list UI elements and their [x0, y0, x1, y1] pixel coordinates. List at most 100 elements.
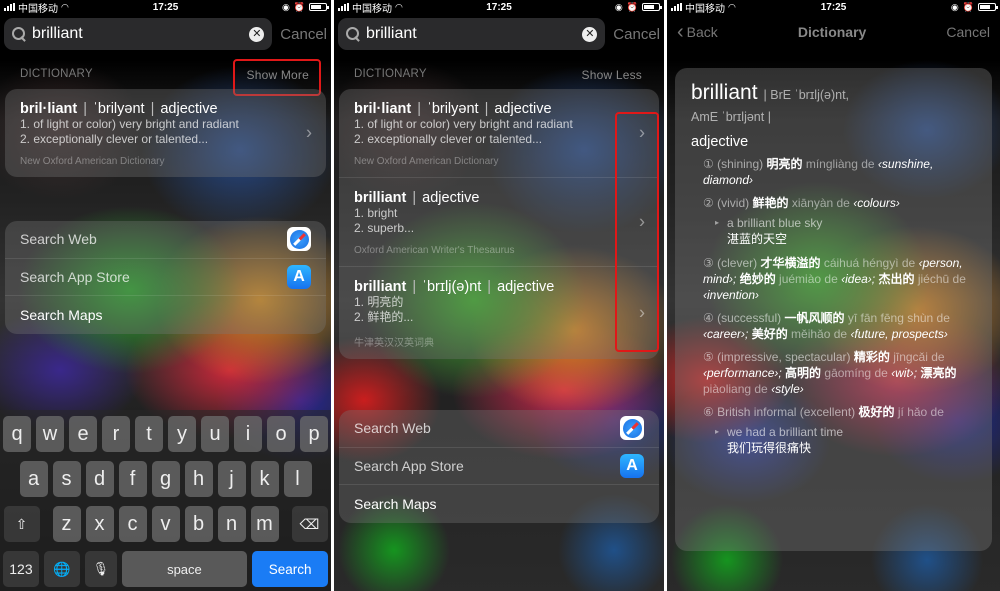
pinyin: cáihuá héngyì de [823, 256, 916, 270]
key-x[interactable]: x [85, 506, 114, 542]
key-h[interactable]: h [184, 461, 213, 497]
sense-item: ① (shining) 明亮的 míngliàng de ‹sunshine, … [691, 156, 976, 188]
collocation: ‹style› [771, 382, 804, 396]
clear-search-icon[interactable]: ✕ [582, 26, 598, 42]
cancel-button[interactable]: Cancel [280, 26, 327, 43]
search-web-button[interactable]: Search Web [339, 410, 659, 448]
entry-word: brilliant [691, 81, 758, 104]
key-i[interactable]: i [234, 416, 262, 452]
screen-search-collapsed: 中国移动 ◠ 17:25 ◉ ⏰ brilliant ✕ Cancel DICT… [0, 0, 331, 591]
search-field[interactable]: brilliant ✕ [338, 18, 606, 50]
dictionary-result[interactable]: bril·liant | ˈbrilyənt | adjective 1. of lig… [339, 89, 659, 178]
dictionary-result[interactable]: bril·liant | ˈbrilyənt | adjective 1. of lig… [5, 89, 326, 177]
key-n[interactable]: n [217, 506, 246, 542]
sense-number: ④ [703, 311, 714, 325]
numbers-key[interactable]: 123 [3, 551, 39, 587]
collocation: ‹invention› [703, 288, 760, 302]
key-o[interactable]: o [267, 416, 295, 452]
example-chinese: 湛蓝的天空 [727, 232, 788, 246]
key-l[interactable]: l [283, 461, 312, 497]
search-field[interactable]: brilliant ✕ [4, 18, 273, 50]
dictionary-results-card: bril·liant | ˈbrilyənt | adjective 1. of lig… [5, 89, 326, 177]
definition-line: 2. exceptionally clever or talented... [20, 132, 209, 146]
chinese-translation: 高明的 [785, 366, 822, 380]
key-p[interactable]: p [300, 416, 328, 452]
key-m[interactable]: m [250, 506, 279, 542]
globe-key[interactable]: 🌐 [43, 551, 80, 587]
key-y[interactable]: y [168, 416, 196, 452]
back-label: Back [686, 24, 718, 40]
search-maps-button[interactable]: Search Maps [339, 485, 659, 523]
key-k[interactable]: k [250, 461, 279, 497]
cancel-button[interactable]: Cancel [613, 26, 660, 43]
signal-icon [4, 3, 15, 11]
dictionary-results-card: bril·liant | ˈbrilyənt | adjective 1. of lig… [339, 89, 659, 359]
pinyin: piàoliang de [703, 382, 768, 396]
back-button[interactable]: ‹ Back [677, 22, 718, 42]
definition-line: 1. of light or color) very bright and ra… [354, 117, 573, 131]
chinese-translation: 漂亮的 [920, 366, 957, 380]
cancel-button[interactable]: Cancel [946, 24, 990, 40]
sense-item: ③ (clever) 才华横溢的 cáihuá héngyì de ‹perso… [691, 255, 976, 303]
key-b[interactable]: b [184, 506, 213, 542]
chinese-translation: 精彩的 [853, 350, 890, 364]
search-icon [12, 27, 26, 41]
part-of-speech: adjective [497, 279, 555, 295]
search-maps-button[interactable]: Search Maps [5, 296, 326, 334]
sense-gloss: (successful) [717, 311, 782, 325]
key-j[interactable]: j [217, 461, 246, 497]
shift-key[interactable]: ⇧ [3, 506, 40, 542]
key-v[interactable]: v [151, 506, 180, 542]
search-actions-card: Search Web Search App Store A Search Map… [339, 410, 659, 523]
key-f[interactable]: f [118, 461, 147, 497]
headword: brilliant [354, 190, 407, 206]
search-input[interactable]: brilliant [366, 25, 576, 43]
search-app-store-button[interactable]: Search App Store A [339, 448, 659, 485]
pronunciation: ˈbrilyənt [426, 101, 479, 117]
action-label: Search Web [20, 231, 97, 248]
action-label: Search Web [354, 420, 431, 437]
dictionary-result[interactable]: brilliant | ˈbrɪlj(ə)nt | adjective 1. 明亮的 2… [339, 267, 659, 359]
keyboard-row-2: asdfghjkl [3, 461, 328, 497]
screen-search-expanded: 中国移动 ◠ 17:25 ◉ ⏰ brilliant ✕ Cancel DICT… [334, 0, 664, 591]
space-key[interactable]: space [121, 551, 248, 587]
key-d[interactable]: d [85, 461, 114, 497]
key-g[interactable]: g [151, 461, 180, 497]
key-z[interactable]: z [52, 506, 81, 542]
collocation: ‹colours› [853, 196, 900, 210]
key-s[interactable]: s [52, 461, 81, 497]
sense-item: ⑥ British informal (excellent) 极好的 jí hǎ… [691, 404, 976, 420]
example-english: a brilliant blue sky [727, 216, 823, 230]
chevron-left-icon: ‹ [677, 21, 684, 43]
show-less-button[interactable]: Show Less [582, 68, 643, 82]
key-w[interactable]: w [36, 416, 64, 452]
headword: bril·liant [354, 101, 412, 117]
dictionary-result[interactable]: brilliant | adjective 1. bright 2. superb.… [339, 178, 659, 267]
chinese-translation: 一帆风顺的 [784, 311, 845, 325]
key-u[interactable]: u [201, 416, 229, 452]
pinyin: gāomíng de [824, 366, 888, 380]
key-r[interactable]: r [102, 416, 130, 452]
microphone-key[interactable]: 🎙 [84, 551, 117, 587]
navigation-bar: ‹ Back Dictionary Cancel [667, 20, 1000, 44]
key-a[interactable]: a [19, 461, 48, 497]
collocation: ‹performance›; [703, 366, 782, 380]
search-app-store-button[interactable]: Search App Store A [5, 259, 326, 296]
key-c[interactable]: c [118, 506, 147, 542]
clock: 17:25 [820, 1, 847, 13]
carrier-label: 中国移动 [18, 3, 58, 15]
key-q[interactable]: q [3, 416, 31, 452]
search-key[interactable]: Search [252, 551, 328, 587]
collocation: ‹wit›; [891, 366, 918, 380]
key-e[interactable]: e [69, 416, 97, 452]
signal-icon [671, 3, 682, 11]
sense-gloss: (vivid) [717, 196, 750, 210]
search-web-button[interactable]: Search Web [5, 221, 326, 259]
key-t[interactable]: t [135, 416, 163, 452]
rotation-lock-icon: ◉ [950, 1, 959, 12]
search-input[interactable]: brilliant [32, 25, 243, 43]
sense-item: ④ (successful) 一帆风顺的 yī fān fēng shùn de… [691, 310, 976, 342]
screen-dictionary-detail: 中国移动 ◠ 17:25 ◉ ⏰ ‹ Back Dictionary Cance… [667, 0, 1000, 591]
delete-key[interactable]: ⌫ [291, 506, 328, 542]
clear-search-icon[interactable]: ✕ [249, 26, 265, 42]
